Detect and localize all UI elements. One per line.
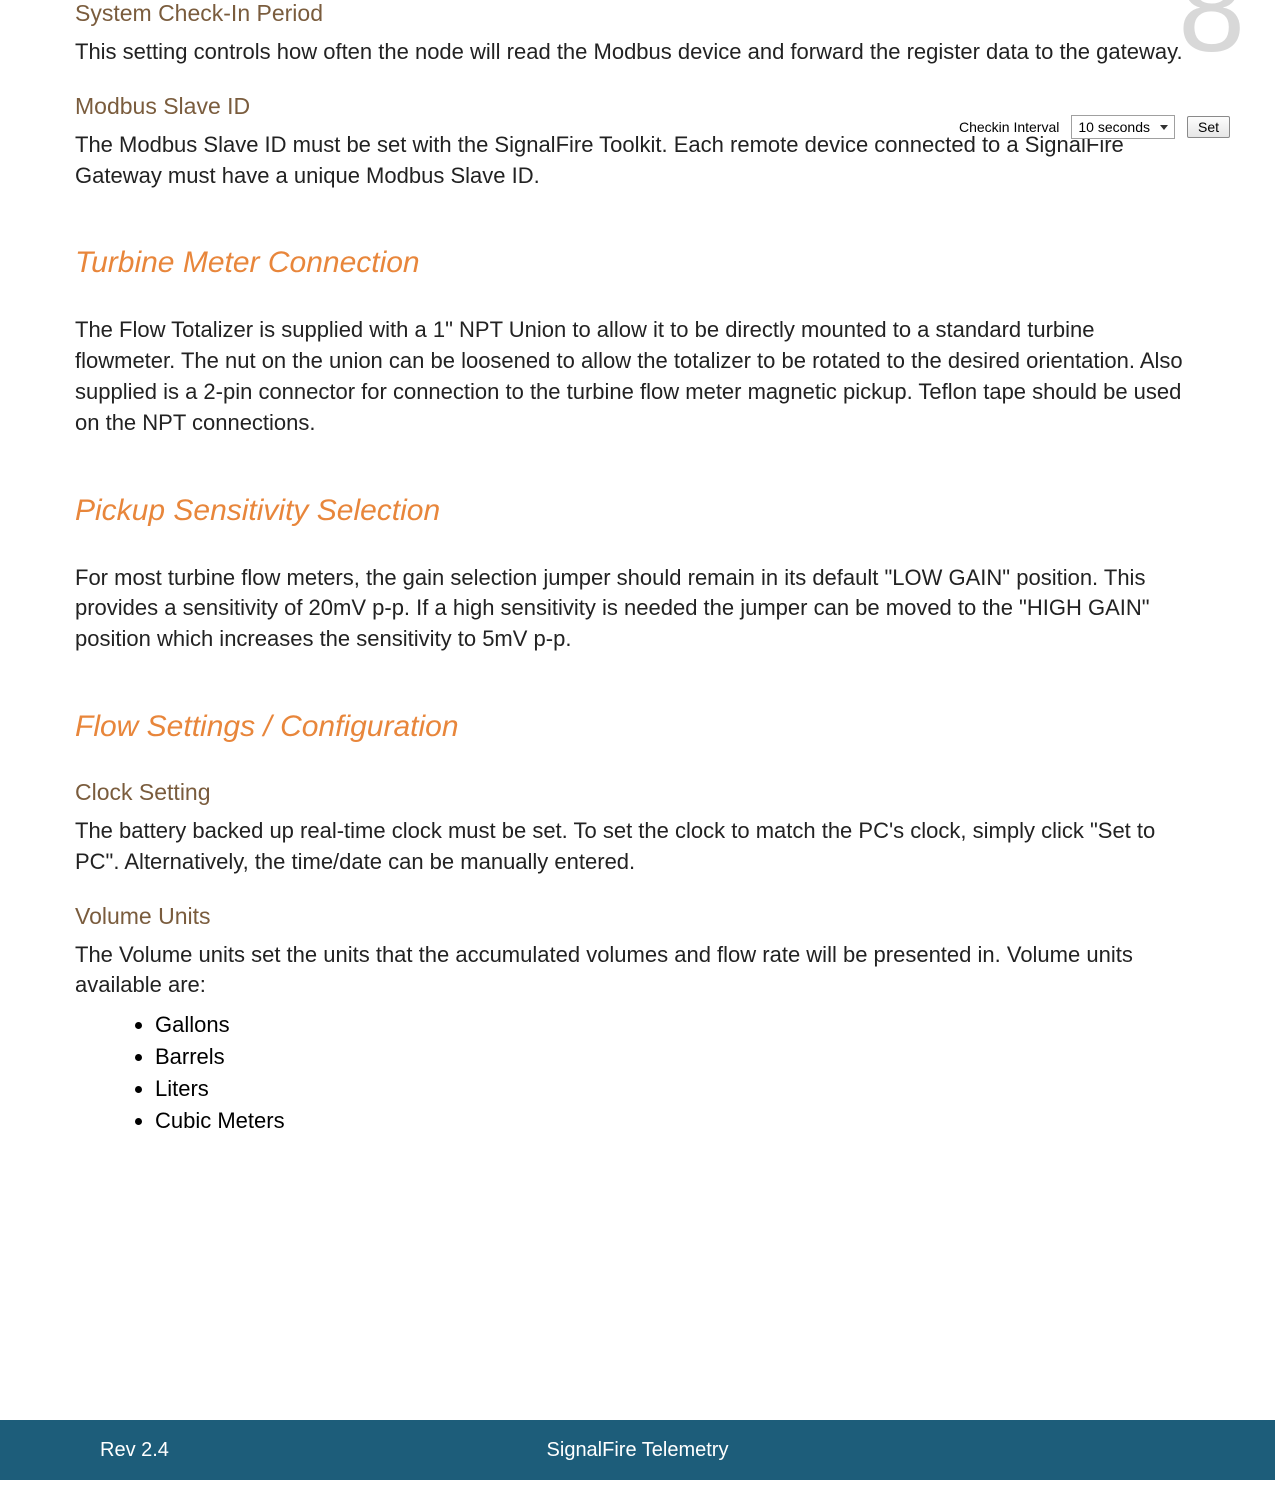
list-item: Gallons xyxy=(155,1009,1200,1041)
checkin-interval-value: 10 seconds xyxy=(1078,119,1150,135)
heading-volume-units: Volume Units xyxy=(75,903,1200,930)
text-volume-units: The Volume units set the units that the … xyxy=(75,940,1200,1002)
checkin-interval-select[interactable]: 10 seconds xyxy=(1071,115,1175,139)
checkin-interval-widget: Checkin Interval 10 seconds Set xyxy=(959,115,1230,139)
checkin-interval-label: Checkin Interval xyxy=(959,119,1059,135)
text-modbus-slave-id: The Modbus Slave ID must be set with the… xyxy=(75,130,1200,192)
footer-brand: SignalFire Telemetry xyxy=(547,1439,729,1462)
volume-units-list: Gallons Barrels Liters Cubic Meters xyxy=(155,1009,1200,1137)
page-number: 8 xyxy=(1178,0,1245,70)
heading-checkin-period: System Check-In Period xyxy=(75,0,1200,27)
list-item: Liters xyxy=(155,1073,1200,1105)
footer-rev: Rev 2.4 xyxy=(0,1439,169,1461)
chevron-down-icon xyxy=(1160,125,1168,130)
text-pickup-sensitivity: For most turbine flow meters, the gain s… xyxy=(75,563,1200,655)
page-footer: Rev 2.4 SignalFire Telemetry xyxy=(0,1420,1275,1480)
list-item: Barrels xyxy=(155,1041,1200,1073)
heading-clock-setting: Clock Setting xyxy=(75,779,1200,806)
heading-pickup-sensitivity: Pickup Sensitivity Selection xyxy=(75,494,1200,528)
heading-turbine-meter: Turbine Meter Connection xyxy=(75,246,1200,280)
text-checkin-period: This setting controls how often the node… xyxy=(75,37,1200,68)
list-item: Cubic Meters xyxy=(155,1105,1200,1137)
text-turbine-meter: The Flow Totalizer is supplied with a 1"… xyxy=(75,315,1200,438)
footer-spacer xyxy=(0,1480,1275,1503)
heading-flow-settings: Flow Settings / Configuration xyxy=(75,710,1200,744)
set-button[interactable]: Set xyxy=(1187,116,1230,138)
text-clock-setting: The battery backed up real-time clock mu… xyxy=(75,816,1200,878)
